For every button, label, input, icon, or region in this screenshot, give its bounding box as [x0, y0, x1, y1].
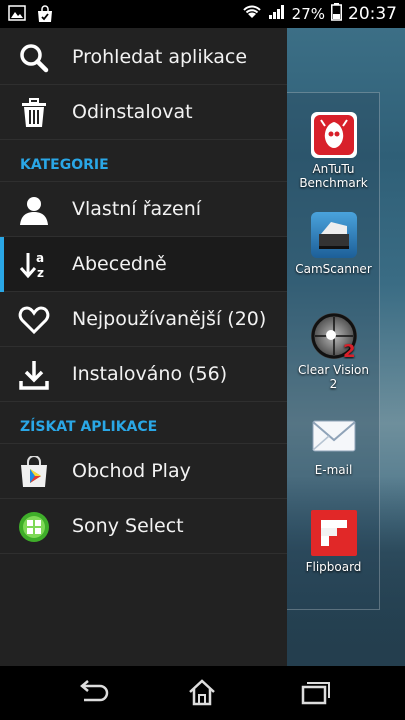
app-drawer-menu: Prohledat aplikace Odinstalovat KATEGORI…: [0, 28, 287, 666]
email-icon: [311, 413, 357, 459]
svg-text:z: z: [37, 266, 44, 280]
sony-select-icon: [18, 511, 50, 543]
app-clear-vision[interactable]: 2 Clear Vision 2: [287, 313, 380, 391]
get-apps-header: ZÍSKAT APLIKACE: [20, 419, 158, 435]
search-apps-item[interactable]: Prohledat aplikace: [0, 30, 287, 85]
category-label: Vlastní řazení: [72, 198, 202, 220]
svg-text:2: 2: [343, 341, 356, 359]
back-icon[interactable]: [72, 678, 112, 708]
search-icon: [18, 42, 50, 74]
category-most-used[interactable]: Nejpoužívanější (20): [0, 292, 287, 347]
uninstall-item[interactable]: Odinstalovat: [0, 85, 287, 140]
app-email[interactable]: E-mail: [287, 413, 380, 477]
selected-indicator: [0, 237, 4, 292]
svg-text:a: a: [36, 251, 44, 265]
antutu-icon: [310, 112, 357, 158]
play-store-icon: [18, 455, 50, 488]
home-icon[interactable]: [182, 678, 222, 708]
navigation-bar: [0, 666, 405, 720]
app-label: Flipboard: [305, 560, 362, 574]
store-play[interactable]: Obchod Play: [0, 444, 287, 499]
app-label: AnTuTu: [312, 162, 355, 176]
wifi-icon: [242, 4, 262, 24]
person-icon: [18, 194, 50, 226]
status-bar: 27% 20:37: [0, 0, 405, 28]
store-sony-select[interactable]: Sony Select: [0, 499, 287, 554]
category-label: Instalováno (56): [72, 363, 228, 385]
heart-icon: [18, 304, 50, 336]
app-label-line2: 2: [329, 377, 338, 391]
signal-icon: [268, 4, 286, 24]
categories-header: KATEGORIE: [20, 157, 109, 173]
category-custom-order[interactable]: Vlastní řazení: [0, 182, 287, 237]
app-label: E-mail: [314, 463, 353, 477]
recent-apps-icon[interactable]: [294, 678, 334, 708]
sort-alphabetical-icon: az: [18, 249, 50, 281]
clear-vision-icon: 2: [310, 313, 357, 362]
uninstall-label: Odinstalovat: [72, 101, 193, 123]
gallery-notification-icon: [8, 5, 26, 27]
app-camscanner[interactable]: CamScanner: [287, 212, 380, 276]
category-installed[interactable]: Instalováno (56): [0, 347, 287, 402]
app-label: Clear Vision: [297, 363, 369, 377]
app-flipboard[interactable]: Flipboard: [287, 510, 380, 574]
app-label: CamScanner: [295, 262, 372, 276]
store-label: Sony Select: [72, 515, 184, 537]
trash-icon: [18, 97, 50, 129]
app-label-line2: Benchmark: [299, 176, 368, 190]
app-antutu[interactable]: AnTuTu Benchmark: [287, 112, 380, 190]
store-label: Obchod Play: [72, 460, 191, 482]
flipboard-icon: [310, 510, 357, 556]
category-label: Abecedně: [72, 253, 167, 275]
shopping-bag-notification-icon: [36, 5, 54, 27]
category-alphabetical[interactable]: az Abecedně: [0, 237, 287, 292]
camscanner-icon: [310, 212, 357, 258]
clock: 20:37: [348, 4, 397, 24]
battery-icon: [331, 3, 342, 25]
category-label: Nejpoužívanější (20): [72, 308, 267, 330]
search-apps-label: Prohledat aplikace: [72, 46, 248, 68]
battery-percent: 27%: [291, 5, 325, 23]
download-icon: [18, 359, 50, 391]
